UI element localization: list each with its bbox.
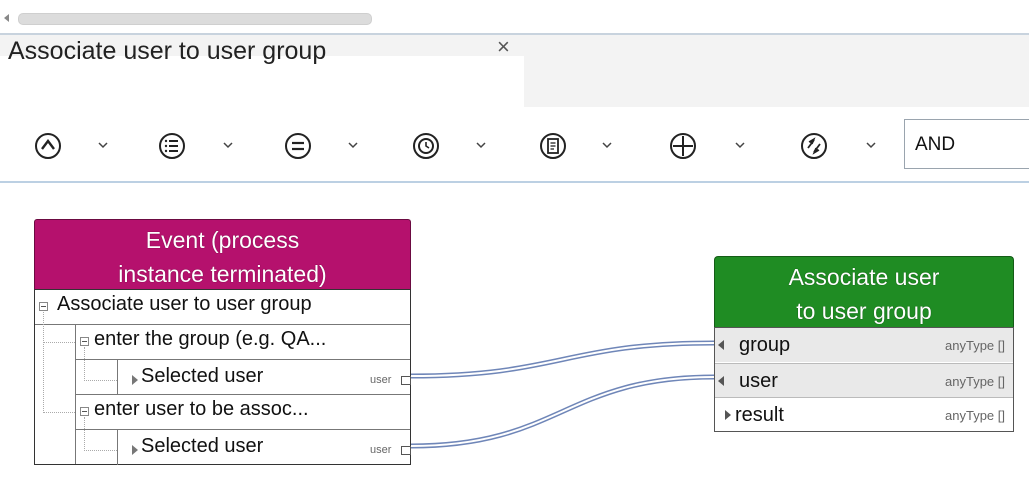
close-tab-button[interactable]: ×: [497, 34, 510, 60]
event-node-header[interactable]: Event (process instance terminated): [34, 219, 411, 289]
clock-circle-icon[interactable]: [411, 131, 441, 161]
event-title-line1: Event (process: [145, 227, 300, 253]
chevron-down-icon[interactable]: [733, 138, 747, 152]
param-row-user[interactable]: user anyType []: [715, 363, 1013, 397]
param-label: user: [739, 370, 778, 392]
event-root-label[interactable]: Associate user to user group: [57, 293, 312, 316]
input-port-icon[interactable]: [718, 376, 724, 386]
param-row-group[interactable]: group anyType []: [715, 328, 1013, 362]
event-node-body: Associate user to user group enter the g…: [34, 289, 411, 465]
event-group-label[interactable]: enter user to be assoc...: [94, 398, 309, 421]
input-port-icon[interactable]: [718, 340, 724, 350]
plus-circle-icon[interactable]: [668, 131, 698, 161]
list-circle-icon[interactable]: [157, 131, 187, 161]
scroll-thumb[interactable]: [18, 13, 372, 25]
horizontal-scrollbar[interactable]: [0, 0, 1029, 35]
toolbar-divider: [0, 181, 1029, 183]
chevron-down-icon[interactable]: [864, 138, 878, 152]
caret-up-circle-icon[interactable]: [33, 131, 63, 161]
field-type: user: [370, 444, 392, 456]
output-port[interactable]: [401, 446, 411, 455]
chevron-down-icon[interactable]: [346, 138, 360, 152]
document-circle-icon[interactable]: [538, 131, 568, 161]
operator-value: AND: [915, 134, 956, 155]
output-port[interactable]: [401, 376, 411, 385]
action-title-line1: Associate user: [788, 264, 940, 290]
event-field-label[interactable]: Selected user: [141, 435, 263, 458]
action-node-body: group anyType [] user anyType [] result …: [714, 327, 1014, 432]
collapse-icon[interactable]: [80, 337, 89, 346]
operator-select[interactable]: AND: [904, 119, 1029, 169]
field-type: user: [370, 374, 392, 386]
event-group-label[interactable]: enter the group (e.g. QA...: [94, 328, 326, 351]
expand-icon[interactable]: [132, 445, 138, 455]
param-label: group: [739, 334, 791, 356]
param-type: anyType []: [945, 374, 1005, 389]
event-title-line2: instance terminated): [118, 261, 327, 287]
action-node-header[interactable]: Associate user to user group: [714, 256, 1014, 328]
scroll-left-icon[interactable]: [4, 14, 9, 22]
chevron-down-icon[interactable]: [96, 138, 110, 152]
chevron-down-icon[interactable]: [474, 138, 488, 152]
equals-circle-icon[interactable]: [283, 131, 313, 161]
param-row-result[interactable]: result anyType []: [715, 397, 1013, 431]
param-label: result: [735, 404, 784, 426]
event-field-label[interactable]: Selected user: [141, 365, 263, 388]
tab-title[interactable]: Associate user to user group: [8, 37, 326, 66]
output-port-icon[interactable]: [725, 410, 731, 420]
action-title-line2: to user group: [796, 298, 932, 324]
chevron-down-icon[interactable]: [600, 138, 614, 152]
collapse-icon[interactable]: [80, 407, 89, 416]
collapse-icon[interactable]: [39, 302, 48, 311]
chevron-down-icon[interactable]: [221, 138, 235, 152]
expand-icon[interactable]: [132, 375, 138, 385]
param-type: anyType []: [945, 408, 1005, 423]
param-type: anyType []: [945, 338, 1005, 353]
toolbar: AND: [0, 107, 1029, 183]
arrows-circle-icon[interactable]: [799, 131, 829, 161]
